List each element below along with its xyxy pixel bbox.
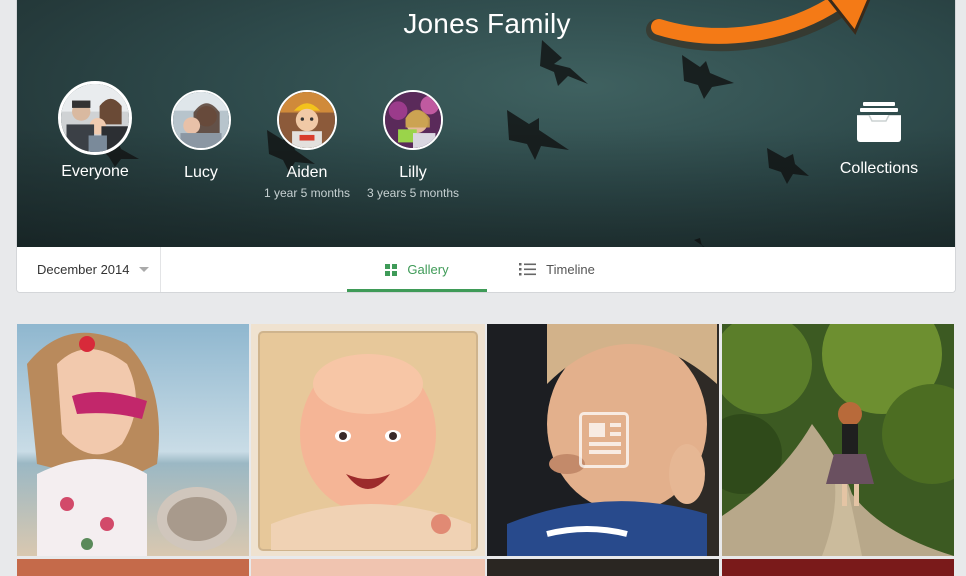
avatar — [58, 81, 132, 155]
photo-image — [251, 324, 485, 556]
date-dropdown-value: December 2014 — [37, 262, 130, 277]
list-icon — [519, 263, 537, 276]
collections-button[interactable]: Collections — [827, 100, 931, 178]
chevron-down-icon — [138, 267, 149, 272]
date-dropdown[interactable]: December 2014 — [17, 247, 161, 292]
grid-icon — [385, 263, 398, 276]
tab-gallery[interactable]: Gallery — [347, 247, 487, 292]
avatar — [383, 90, 443, 150]
member-lilly[interactable]: Lilly 3 years 5 months — [353, 84, 473, 200]
member-name: Everyone — [61, 163, 129, 180]
collections-label: Collections — [839, 160, 919, 177]
gallery-photo-partial[interactable] — [487, 559, 719, 576]
member-name: Lucy — [184, 164, 218, 181]
member-lucy[interactable]: Lucy — [141, 84, 261, 182]
photo-image — [17, 324, 249, 556]
tab-label: Timeline — [546, 262, 595, 277]
gallery-toolbar: December 2014 Gallery Timeline — [17, 247, 955, 292]
gallery-photo-partial[interactable] — [17, 559, 249, 576]
avatar — [171, 90, 231, 150]
tab-timeline[interactable]: Timeline — [487, 247, 627, 292]
gallery-photo[interactable] — [487, 324, 719, 556]
member-age: 1 year 5 months — [263, 186, 351, 200]
gallery-photo-partial[interactable] — [251, 559, 485, 576]
member-everyone[interactable]: Everyone — [35, 81, 155, 181]
gallery-photo[interactable] — [722, 324, 954, 556]
member-aiden[interactable]: Aiden 1 year 5 months — [247, 84, 367, 200]
hero-banner: Jones Family Everyone Lucy Aiden 1 year … — [17, 0, 955, 247]
photo-image — [722, 324, 954, 556]
gallery-photo[interactable] — [17, 324, 249, 556]
inbox-tray-icon — [857, 102, 901, 142]
tab-label: Gallery — [407, 262, 449, 277]
family-title: Jones Family — [403, 8, 571, 39]
member-name: Aiden — [286, 164, 328, 181]
gallery-photo-partial[interactable] — [722, 559, 954, 576]
gallery-photo[interactable] — [251, 324, 485, 556]
avatar — [277, 90, 337, 150]
document-icon — [579, 412, 629, 468]
member-name: Lilly — [399, 164, 427, 181]
member-age: 3 years 5 months — [366, 186, 460, 200]
family-header-card: Jones Family Everyone Lucy Aiden 1 year … — [16, 0, 956, 293]
